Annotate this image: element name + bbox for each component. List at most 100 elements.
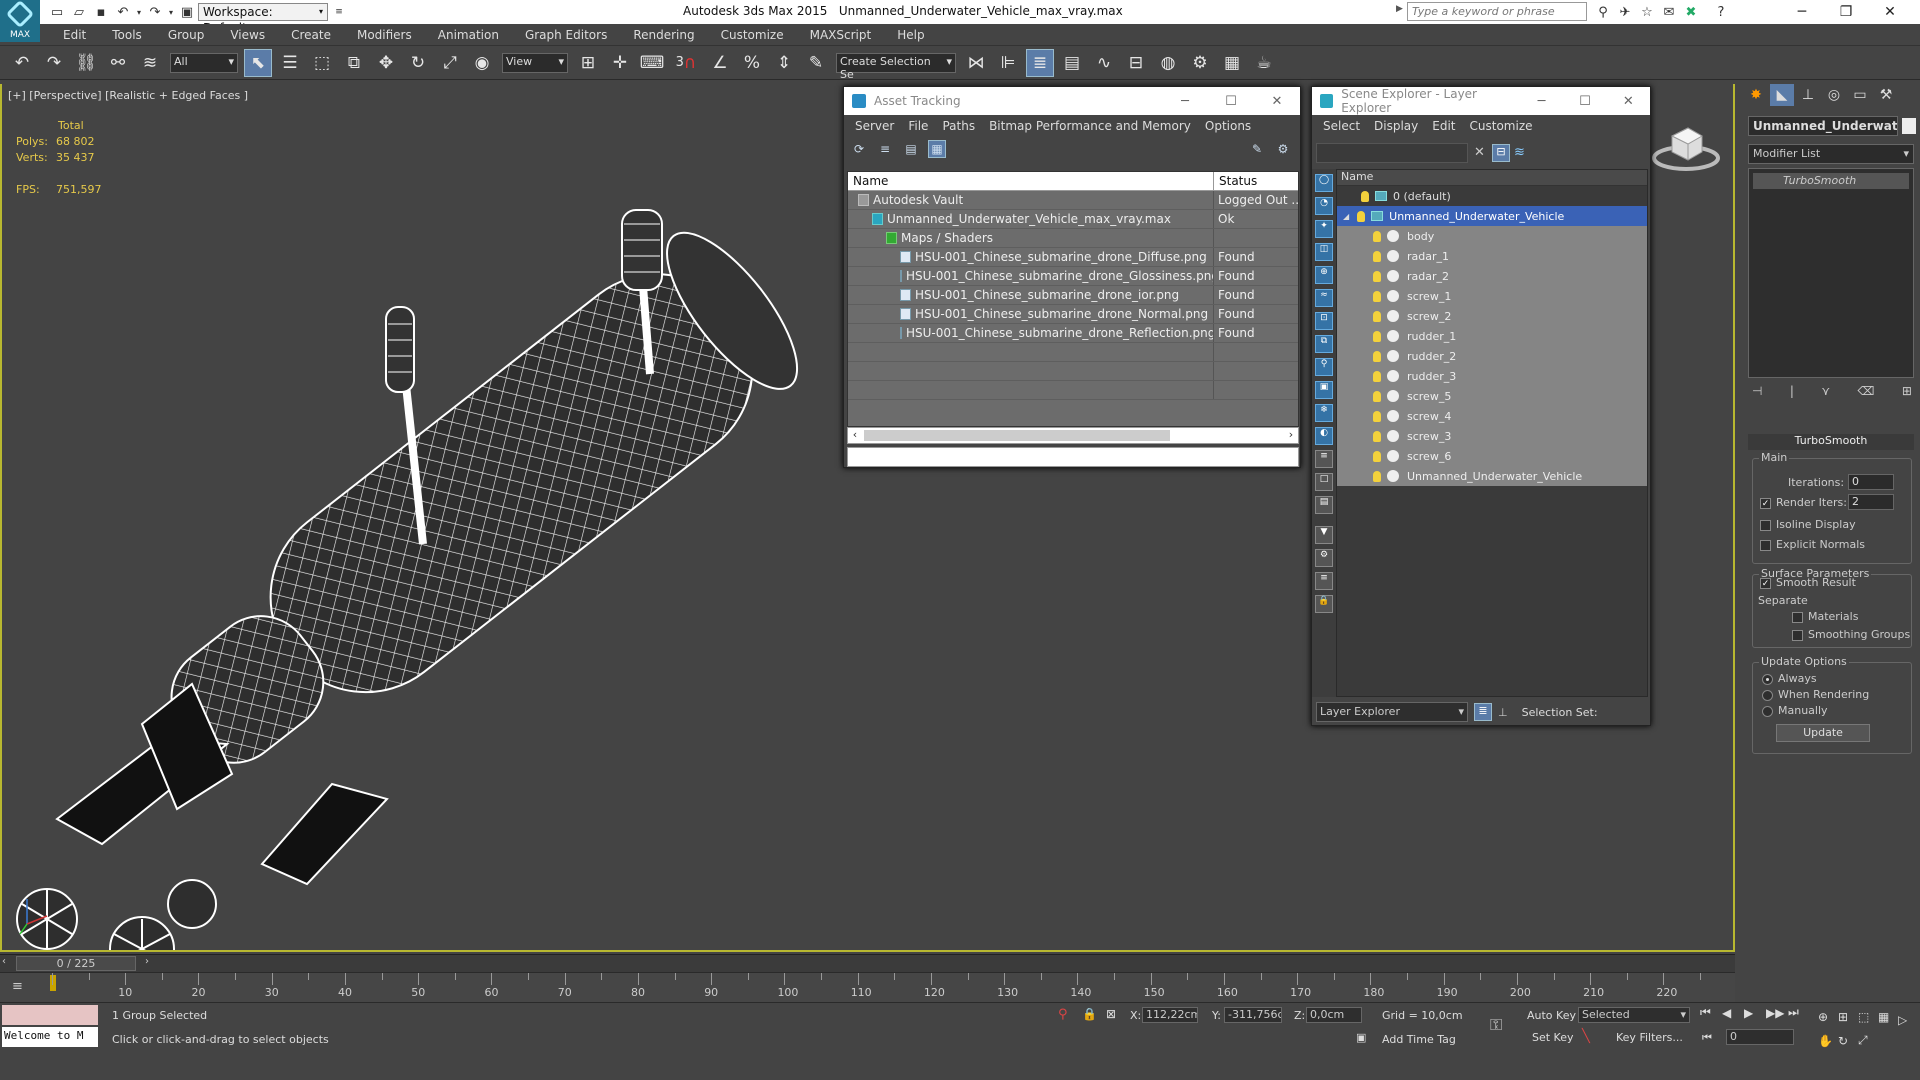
fov-icon[interactable]: ▷	[1898, 1013, 1918, 1027]
pin-stack-icon[interactable]: ⊣	[1752, 384, 1762, 398]
display-groups-icon[interactable]: ⊡	[1315, 312, 1333, 330]
percent-snap-icon[interactable]: %	[738, 49, 766, 77]
align-icon[interactable]: ⊫	[994, 49, 1022, 77]
zoom-extents-icon[interactable]: ⬚	[1858, 1010, 1878, 1024]
hierarchy-tab-icon[interactable]: ⊥	[1796, 84, 1820, 106]
project-folder-icon[interactable]: ▣	[176, 2, 198, 22]
set-key-icon[interactable]: ╲	[1582, 1029, 1590, 1044]
key-filters-button[interactable]: Key Filters...	[1616, 1031, 1683, 1044]
visibility-bulb-icon[interactable]	[1373, 330, 1381, 342]
snap-toggle-icon[interactable]: 3 ∩	[670, 49, 702, 77]
maximize-viewport-icon[interactable]: ⤢	[1858, 1033, 1878, 1048]
next-frame-icon[interactable]: ›	[145, 956, 149, 967]
viewport-label[interactable]: [+] [Perspective] [Realistic + Edged Fac…	[8, 89, 248, 102]
object-name-field[interactable]: Unmanned_Underwater_	[1748, 116, 1898, 136]
render-setup-icon[interactable]: ⚙	[1186, 49, 1214, 77]
play-icon[interactable]: ▶	[1744, 1006, 1766, 1020]
close-button[interactable]: ✕	[1254, 94, 1300, 109]
ref-coord-dropdown[interactable]: View ▾	[502, 52, 568, 73]
save-file-icon[interactable]: ▪	[90, 2, 112, 22]
menu-edit[interactable]: Edit	[50, 24, 99, 46]
scroll-thumb[interactable]	[864, 430, 1170, 441]
display-geometry-icon[interactable]: ◯	[1315, 174, 1333, 192]
filter-settings-icon[interactable]: ⚙	[1315, 549, 1333, 567]
isoline-display-checkbox[interactable]	[1760, 520, 1771, 531]
object-row[interactable]: radar_1	[1337, 246, 1647, 266]
refresh-icon[interactable]: ⟳	[850, 140, 868, 158]
time-slider[interactable]: ‹ 0 / 225 ›	[0, 954, 1735, 972]
clear-search-icon[interactable]: ✕	[1474, 145, 1485, 160]
detail-view-icon[interactable]: ▤	[902, 140, 920, 158]
object-color-swatch[interactable]	[1902, 118, 1916, 134]
asset-row[interactable]: HSU-001_Chinese_submarine_drone_Normal.p…	[848, 305, 1298, 324]
redo-icon[interactable]: ↷	[40, 49, 68, 77]
goto-start-icon[interactable]: ⏮	[1700, 1005, 1722, 1020]
invert-display-icon[interactable]: ▤	[1315, 496, 1333, 514]
display-spacewarps-icon[interactable]: ≈	[1315, 289, 1333, 307]
remove-modifier-icon[interactable]: ⌫	[1858, 384, 1875, 398]
layer-explorer-icon[interactable]: ≣	[1026, 48, 1054, 77]
materials-checkbox[interactable]	[1792, 612, 1803, 623]
asset-menu-paths[interactable]: Paths	[935, 119, 982, 133]
move-icon[interactable]: ✥	[372, 49, 400, 77]
asset-path-field[interactable]	[847, 447, 1299, 467]
new-file-icon[interactable]: ▭	[46, 2, 68, 22]
object-row[interactable]: screw_3	[1337, 426, 1647, 446]
visibility-bulb-icon[interactable]	[1373, 290, 1381, 302]
visibility-bulb-icon[interactable]	[1373, 370, 1381, 382]
object-row[interactable]: radar_2	[1337, 266, 1647, 286]
minimize-button[interactable]: ─	[1162, 94, 1208, 109]
orbit-icon[interactable]: ↻	[1838, 1034, 1858, 1048]
absolute-mode-icon[interactable]: ⊠	[1106, 1007, 1116, 1021]
display-lights-icon[interactable]: ✦	[1315, 220, 1333, 238]
visibility-bulb-icon[interactable]	[1373, 310, 1381, 322]
next-key-icon[interactable]: ▶▶	[1766, 1006, 1788, 1020]
maxscript-mini-listener[interactable]	[2, 1005, 98, 1025]
scroll-left-icon[interactable]: ‹	[848, 428, 862, 441]
menu-rendering[interactable]: Rendering	[620, 24, 707, 46]
asset-row[interactable]: Maps / Shaders	[848, 229, 1298, 248]
modifier-list-dropdown[interactable]: Modifier List ▾	[1748, 144, 1914, 164]
hierarchy-icon[interactable]: ⊥	[1498, 706, 1508, 719]
angle-snap-icon[interactable]: ∠	[706, 49, 734, 77]
prev-key-icon[interactable]: ◀	[1722, 1006, 1744, 1020]
minimize-button[interactable]: ─	[1520, 94, 1563, 109]
key-mode-toggle-icon[interactable]: ⏮	[1702, 1031, 1712, 1045]
rotate-icon[interactable]: ↻	[404, 49, 432, 77]
render-iters-checkbox[interactable]: ✓	[1760, 498, 1771, 509]
col-name-header[interactable]: Name	[848, 172, 1214, 190]
visibility-bulb-icon[interactable]	[1373, 430, 1381, 442]
pan-icon[interactable]: ✋	[1818, 1034, 1838, 1048]
turbosmooth-rollout-header[interactable]: TurboSmooth	[1748, 434, 1914, 450]
selection-filter-dropdown[interactable]: All ▾	[170, 52, 238, 73]
col-status-header[interactable]: Status	[1214, 172, 1262, 190]
y-coordinate-field[interactable]: -311,756cr	[1224, 1007, 1282, 1023]
menu-help[interactable]: Help	[884, 24, 937, 46]
display-shapes-icon[interactable]: ◔	[1315, 197, 1333, 215]
smoothing-groups-checkbox[interactable]	[1792, 630, 1803, 641]
visibility-bulb-icon[interactable]	[1373, 270, 1381, 282]
zoom-extents-all-icon[interactable]: ▦	[1878, 1010, 1898, 1024]
menu-maxscript[interactable]: MAXScript	[797, 24, 885, 46]
utilities-tab-icon[interactable]: ⚒	[1874, 84, 1898, 106]
scene-menu-select[interactable]: Select	[1316, 119, 1367, 133]
iterations-spinner[interactable]: 0	[1848, 474, 1894, 490]
menu-group[interactable]: Group	[155, 24, 218, 46]
when-rendering-radio[interactable]	[1762, 690, 1773, 701]
link-icon[interactable]: ⛓	[72, 49, 100, 77]
curve-editor-icon[interactable]: ∿	[1090, 49, 1118, 77]
edit-named-sets-icon[interactable]: ✎	[802, 49, 830, 77]
visibility-bulb-icon[interactable]	[1373, 450, 1381, 462]
scene-search-input[interactable]	[1316, 143, 1468, 163]
asset-menu-file[interactable]: File	[901, 119, 935, 133]
undo-icon[interactable]: ↶	[112, 2, 134, 22]
undo-icon[interactable]: ↶	[8, 49, 36, 77]
object-row[interactable]: screw_4	[1337, 406, 1647, 426]
timeline-track[interactable]: ≡ 10 20 30 40 50 60 70 80 90 100 110 120 130 140 150 16…	[0, 972, 1735, 1002]
exchange-icon[interactable]: ✖	[1680, 2, 1702, 22]
select-manipulate-icon[interactable]: ✛	[606, 49, 634, 77]
zoom-all-icon[interactable]: ⊞	[1838, 1010, 1858, 1024]
close-button[interactable]: ✕	[1868, 0, 1912, 24]
scene-col-name[interactable]: Name	[1337, 170, 1647, 186]
scene-menu-customize[interactable]: Customize	[1463, 119, 1540, 133]
